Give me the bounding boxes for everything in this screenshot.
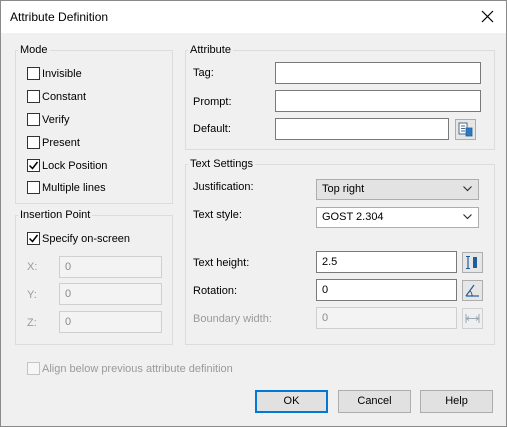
justification-value: Top right: [322, 183, 365, 195]
tag-field[interactable]: [275, 62, 481, 84]
pick-width-button: [462, 308, 483, 329]
title-bar: Attribute Definition: [1, 1, 506, 33]
window-title: Attribute Definition: [10, 10, 109, 24]
align-below-label: Align below previous attribute definitio…: [42, 363, 233, 375]
prompt-field[interactable]: [275, 90, 481, 112]
default-field[interactable]: [275, 118, 449, 140]
lock-position-checkbox[interactable]: [27, 159, 40, 172]
verify-label: Verify: [42, 114, 70, 126]
chevron-down-icon: [463, 186, 472, 192]
constant-checkbox[interactable]: [27, 90, 40, 103]
pick-rotation-icon: [465, 284, 479, 297]
y-field: 0: [59, 283, 162, 305]
verify-checkbox[interactable]: [27, 113, 40, 126]
text-style-select[interactable]: GOST 2.304: [316, 207, 479, 228]
insert-field-icon: [458, 122, 473, 137]
lock-position-label: Lock Position: [42, 160, 108, 172]
invisible-label: Invisible: [42, 68, 82, 80]
specify-on-screen-checkbox[interactable]: [27, 232, 40, 245]
insert-field-button[interactable]: [455, 119, 476, 140]
text-style-value: GOST 2.304: [322, 211, 384, 223]
checkmark-icon: [29, 234, 38, 243]
constant-label: Constant: [42, 91, 87, 103]
invisible-checkbox[interactable]: [27, 67, 40, 80]
text-height-label: Text height:: [193, 257, 250, 269]
pick-height-icon: [466, 256, 477, 269]
justification-label: Justification:: [193, 181, 254, 193]
justification-select[interactable]: Top right: [316, 179, 479, 200]
multiple-lines-label: Multiple lines: [42, 182, 106, 194]
cancel-button[interactable]: Cancel: [338, 390, 411, 413]
chevron-down-icon: [463, 214, 472, 220]
attribute-legend: Attribute: [190, 44, 231, 56]
pick-width-icon: [465, 314, 480, 323]
prompt-label: Prompt:: [193, 96, 232, 108]
rotation-label: Rotation:: [193, 285, 238, 297]
pick-rotation-button[interactable]: [462, 280, 483, 301]
insertion-point-legend: Insertion Point: [20, 209, 91, 221]
help-button[interactable]: Help: [420, 390, 493, 413]
text-style-label: Text style:: [193, 209, 242, 221]
attribute-definition-dialog: Attribute Definition Mode Invisible Cons…: [0, 0, 507, 427]
close-button[interactable]: [476, 5, 500, 29]
boundary-width-label: Boundary width:: [193, 313, 272, 325]
y-label: Y:: [27, 289, 37, 301]
x-field: 0: [59, 256, 162, 278]
present-label: Present: [42, 137, 80, 149]
mode-legend: Mode: [20, 44, 48, 56]
specify-on-screen-label: Specify on-screen: [42, 233, 131, 245]
text-height-field[interactable]: [316, 251, 457, 273]
ok-button[interactable]: OK: [255, 390, 328, 413]
present-checkbox[interactable]: [27, 136, 40, 149]
text-settings-legend: Text Settings: [190, 158, 253, 170]
tag-label: Tag:: [193, 67, 214, 79]
z-field: 0: [59, 311, 162, 333]
rotation-field[interactable]: [316, 279, 457, 301]
align-below-checkbox: [27, 362, 40, 375]
close-icon: [481, 10, 494, 23]
checkmark-icon: [29, 161, 38, 170]
x-label: X:: [27, 261, 38, 273]
z-label: Z:: [27, 317, 37, 329]
boundary-width-field: [316, 307, 457, 329]
pick-height-button[interactable]: [462, 252, 483, 273]
multiple-lines-checkbox[interactable]: [27, 181, 40, 194]
default-label: Default:: [193, 123, 231, 135]
